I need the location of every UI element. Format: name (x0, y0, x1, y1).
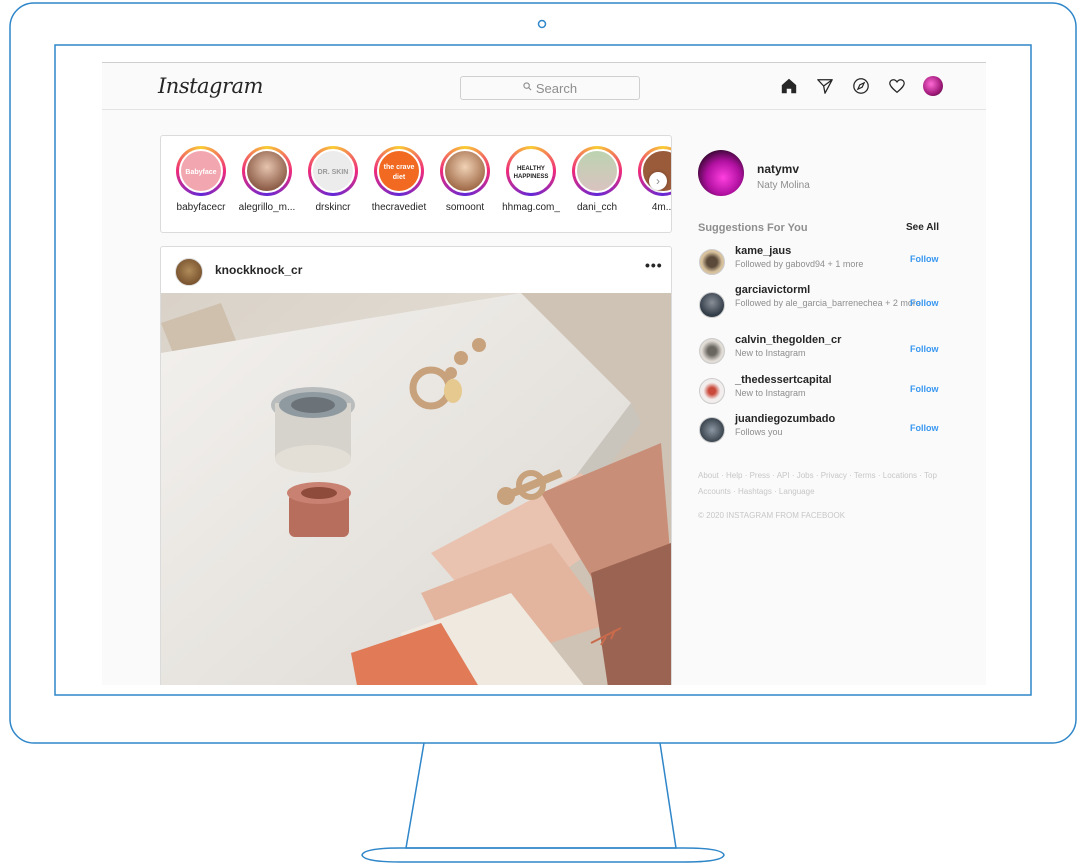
footer-links[interactable]: About · Help · Press · API · Jobs · Priv… (698, 468, 938, 500)
suggestion-username[interactable]: kame_jaus (735, 245, 791, 257)
story-username: drskincr (315, 202, 351, 213)
copyright-text: © 2020 INSTAGRAM FROM FACEBOOK (698, 511, 846, 520)
story-avatar: Babyface (179, 149, 223, 193)
story-avatar (575, 149, 619, 193)
post-author-avatar[interactable] (175, 258, 203, 286)
feed-post: knockknock_cr ••• (160, 246, 672, 685)
follow-button[interactable]: Follow (910, 298, 939, 308)
current-user-name: Naty Molina (757, 180, 810, 191)
profile-avatar[interactable] (922, 75, 944, 97)
avatar (923, 76, 943, 96)
story-item[interactable]: HEALTHY HAPPINESS hhmag.com_ (498, 146, 564, 213)
stories-tray: Babyface babyfacecr alegrillo_m... DR. S… (160, 135, 672, 233)
story-item[interactable]: alegrillo_m... (234, 146, 300, 213)
current-user-avatar[interactable] (698, 150, 744, 196)
search-input[interactable]: Search (460, 76, 640, 100)
suggestion-row: _thedessertcapital New to Instagram Foll… (698, 374, 948, 410)
story-avatar: HEALTHY HAPPINESS (509, 149, 553, 193)
story-username: hhmag.com_ (502, 202, 560, 213)
suggestion-description: Followed by gabovd94 + 1 more (735, 259, 864, 269)
suggestion-row: garciavictorml Followed by ale_garcia_ba… (698, 284, 948, 320)
post-image[interactable] (161, 293, 671, 685)
search-placeholder: Search (535, 80, 578, 96)
post-header: knockknock_cr ••• (161, 247, 671, 293)
story-username: somoont (445, 202, 485, 213)
suggestion-username[interactable]: calvin_thegolden_cr (735, 334, 841, 346)
post-author-username[interactable]: knockknock_cr (215, 263, 302, 277)
stories-next-button[interactable]: › (649, 172, 667, 190)
suggestion-description: New to Instagram (735, 348, 806, 358)
story-avatar: the crave diet (377, 149, 421, 193)
activity-heart-icon[interactable] (886, 75, 908, 97)
instagram-logo[interactable]: Instagram (158, 74, 263, 98)
suggestion-description: New to Instagram (735, 388, 806, 398)
story-username: dani_cch (576, 202, 618, 213)
nav-icons (778, 75, 944, 97)
direct-message-icon[interactable] (814, 75, 836, 97)
suggestion-description: Followed by ale_garcia_barrenechea + 2 m… (735, 298, 921, 308)
suggestion-avatar[interactable] (699, 378, 725, 404)
more-options-icon[interactable]: ••• (645, 257, 663, 273)
current-user-username[interactable]: natymv (757, 162, 799, 176)
suggestion-avatar[interactable] (699, 338, 725, 364)
follow-button[interactable]: Follow (910, 344, 939, 354)
suggestion-username[interactable]: garciavictorml (735, 284, 810, 296)
story-avatar: DR. SKIN (311, 149, 355, 193)
follow-button[interactable]: Follow (910, 423, 939, 433)
story-item[interactable]: DR. SKIN drskincr (300, 146, 366, 213)
suggestion-description: Follows you (735, 427, 783, 437)
explore-compass-icon[interactable] (850, 75, 872, 97)
chevron-right-icon: › (656, 174, 660, 188)
suggestion-username[interactable]: juandiegozumbado (735, 413, 835, 425)
suggestion-row: kame_jaus Followed by gabovd94 + 1 more … (698, 245, 948, 281)
story-username: babyfacecr (176, 202, 226, 213)
suggestion-row: juandiegozumbado Follows you Follow (698, 413, 948, 449)
suggestion-avatar[interactable] (699, 249, 725, 275)
browser-screen: Instagram Search Babyface babyfacecr ale… (102, 62, 986, 685)
story-username: thecravediet (371, 202, 427, 213)
follow-button[interactable]: Follow (910, 384, 939, 394)
story-username: 4m... (651, 202, 672, 213)
story-item[interactable]: dani_cch (564, 146, 630, 213)
top-navigation-bar: Instagram Search (102, 62, 986, 110)
story-item[interactable]: the crave diet thecravediet (366, 146, 432, 213)
suggestions-title: Suggestions For You (698, 222, 808, 234)
suggestion-username[interactable]: _thedessertcapital (735, 374, 832, 386)
suggestion-row: calvin_thegolden_cr New to Instagram Fol… (698, 334, 948, 370)
story-avatar (443, 149, 487, 193)
follow-button[interactable]: Follow (910, 254, 939, 264)
story-item[interactable]: somoont (432, 146, 498, 213)
see-all-link[interactable]: See All (906, 222, 939, 233)
suggestion-avatar[interactable] (699, 292, 725, 318)
story-username: alegrillo_m... (238, 202, 296, 213)
story-item[interactable]: Babyface babyfacecr (168, 146, 234, 213)
search-icon (523, 82, 532, 94)
home-icon[interactable] (778, 75, 800, 97)
story-avatar (245, 149, 289, 193)
suggestion-avatar[interactable] (699, 417, 725, 443)
